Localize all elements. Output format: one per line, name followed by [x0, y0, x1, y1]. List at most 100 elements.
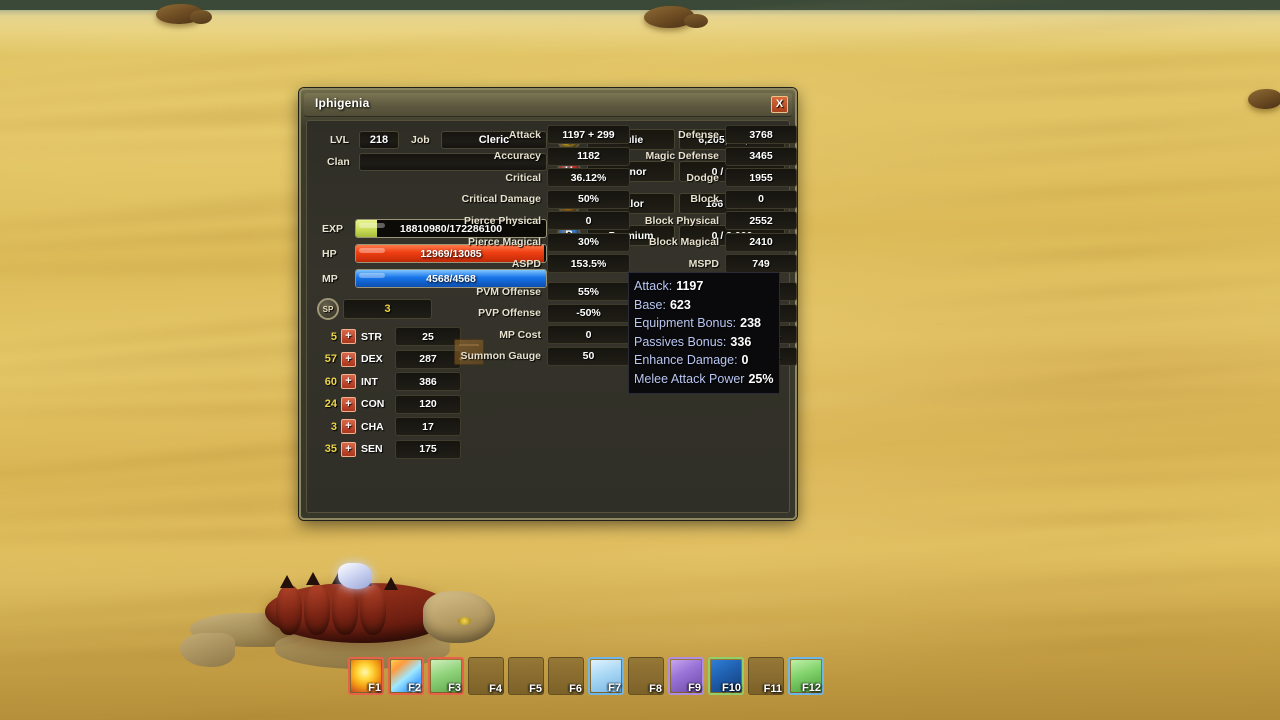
hotbar-slot-f8[interactable]: F8: [628, 657, 664, 695]
hotbar-slot-f7[interactable]: F7: [588, 657, 624, 695]
attack-stat-tooltip: Attack: 1197 Base: 623 Equipment Bonus: 238 Pa…: [628, 272, 780, 394]
tooltip-value: 623: [669, 297, 691, 312]
stat-label: Attack: [508, 128, 541, 141]
tooltip-row: Equipment Bonus: 238: [634, 314, 774, 333]
attribute-name: CHA: [361, 420, 384, 433]
tooltip-key: Melee Attack Power: [634, 371, 745, 386]
increase-str-button[interactable]: +: [341, 329, 356, 344]
stat-value: 2410: [725, 232, 797, 252]
stat-label: MSPD: [688, 257, 719, 270]
tooltip-value: 336: [730, 334, 752, 349]
background-monster-2: [640, 2, 710, 34]
stat-block: Block 0: [637, 189, 797, 209]
stat-label: ASPD: [511, 257, 541, 270]
stat-label: Pierce Physical: [463, 214, 541, 227]
hotbar-key-label: F9: [688, 682, 701, 694]
increase-sen-button[interactable]: +: [341, 441, 356, 457]
hotbar-slot-f9[interactable]: F9: [668, 657, 704, 695]
attribute-value: 386: [395, 372, 461, 391]
stat-block-magical: Block Magical 2410: [637, 232, 797, 252]
hotbar-slot-f3[interactable]: F3: [428, 657, 464, 695]
attribute-row-str: 5 + STR 25: [317, 327, 461, 346]
stat-label: PVP Offense: [478, 307, 541, 319]
stat-value: 749: [725, 254, 797, 273]
stat-label: MP Cost: [499, 328, 541, 341]
attribute-cost: 35: [324, 443, 337, 455]
attribute-cost: 24: [324, 398, 337, 410]
tooltip-value: 238: [740, 316, 762, 330]
hotbar-slot-f12[interactable]: F12: [788, 657, 824, 695]
stat-label: Magic Defense: [645, 150, 719, 162]
tooltip-key: Passives Bonus:: [634, 334, 727, 349]
tooltip-value: 0: [741, 353, 749, 367]
stat-value: 0: [547, 211, 630, 230]
hotbar-slot-f5[interactable]: F5: [508, 657, 544, 695]
stat-mp-cost: MP Cost 0: [445, 325, 630, 344]
stat-value: 55%: [547, 282, 630, 301]
attribute-value: 120: [395, 394, 461, 414]
hotbar-slot-f2[interactable]: F2: [388, 657, 424, 695]
increase-con-button[interactable]: +: [341, 396, 356, 412]
stat-label: Pierce Magical: [468, 236, 541, 248]
tooltip-row: Passives Bonus: 336: [634, 333, 774, 352]
loot-gem: [338, 563, 372, 589]
stat-value: -50%: [547, 303, 630, 323]
stat-dodge: Dodge 1955: [637, 168, 797, 187]
hotbar-key-label: F10: [722, 682, 741, 694]
hotbar-slot-f6[interactable]: F6: [548, 657, 584, 695]
hotbar-slot-f4[interactable]: F4: [468, 657, 504, 695]
attribute-name: SEN: [361, 443, 383, 455]
hotbar-key-label: F2: [408, 682, 421, 694]
increase-int-button[interactable]: +: [341, 374, 356, 389]
hotbar-key-label: F1: [368, 682, 381, 694]
hotbar-key-label: F8: [649, 683, 662, 695]
hotbar-key-label: F11: [763, 683, 782, 695]
attribute-cost: 57: [324, 353, 337, 365]
stat-summon-gauge: Summon Gauge 50: [445, 346, 630, 366]
stat-value: 1955: [725, 168, 797, 187]
attribute-cost: 60: [324, 375, 337, 388]
skill-points-row: SP 3: [317, 298, 432, 320]
hotbar-key-label: F5: [529, 683, 542, 695]
stat-value: 50: [547, 346, 630, 366]
stat-label: Block Magical: [648, 236, 719, 248]
stat-value: 153.5%: [547, 254, 630, 273]
window-title-bar[interactable]: Iphigenia X: [304, 93, 792, 117]
mp-label: MP: [322, 272, 338, 285]
attribute-cost: 3: [330, 420, 337, 433]
hotbar-slot-f10[interactable]: F10: [708, 657, 744, 695]
hotbar-key-label: F12: [802, 682, 821, 694]
page-title: Iphigenia: [315, 96, 370, 110]
job-label: Job: [411, 134, 430, 146]
hotbar-slot-f1[interactable]: F1: [348, 657, 384, 695]
stat-accuracy: Accuracy 1182: [445, 146, 630, 166]
stat-label: Block Physical: [644, 214, 719, 227]
stat-pierce-physical: Pierce Physical 0: [445, 211, 630, 230]
stat-label: Critical Damage: [461, 193, 541, 205]
increase-dex-button[interactable]: +: [341, 351, 356, 367]
stat-label: Critical: [505, 171, 541, 184]
stat-pvp-offense: PVP Offense -50%: [445, 303, 630, 323]
hotbar-key-label: F4: [489, 683, 502, 695]
stat-label: Dodge: [686, 171, 719, 184]
stat-label: Block: [690, 193, 719, 205]
stat-value: 36.12%: [547, 168, 630, 187]
stat-value: 0: [725, 189, 797, 209]
tooltip-key: Attack:: [634, 279, 673, 293]
increase-cha-button[interactable]: +: [341, 419, 356, 434]
attribute-name: STR: [361, 330, 382, 343]
hotbar-key-label: F6: [569, 683, 582, 695]
sp-value: 3: [343, 299, 432, 319]
close-icon[interactable]: X: [771, 96, 788, 113]
tooltip-row: Enhance Damage: 0: [634, 351, 774, 370]
level-label: LVL: [330, 134, 350, 146]
skill-hotbar: F1 F2 F3 F4 F5 F6 F7 F8 F9 F10 F11 F12: [348, 657, 834, 701]
hotbar-key-label: F3: [448, 682, 461, 694]
stat-value: 2552: [725, 211, 797, 230]
sp-badge-icon: SP: [317, 298, 339, 320]
exp-label: EXP: [322, 222, 344, 235]
stat-value: 3465: [725, 146, 797, 166]
hotbar-slot-f11[interactable]: F11: [748, 657, 784, 695]
clan-label: Clan: [327, 156, 350, 168]
stat-aspd: ASPD 153.5%: [445, 254, 630, 273]
